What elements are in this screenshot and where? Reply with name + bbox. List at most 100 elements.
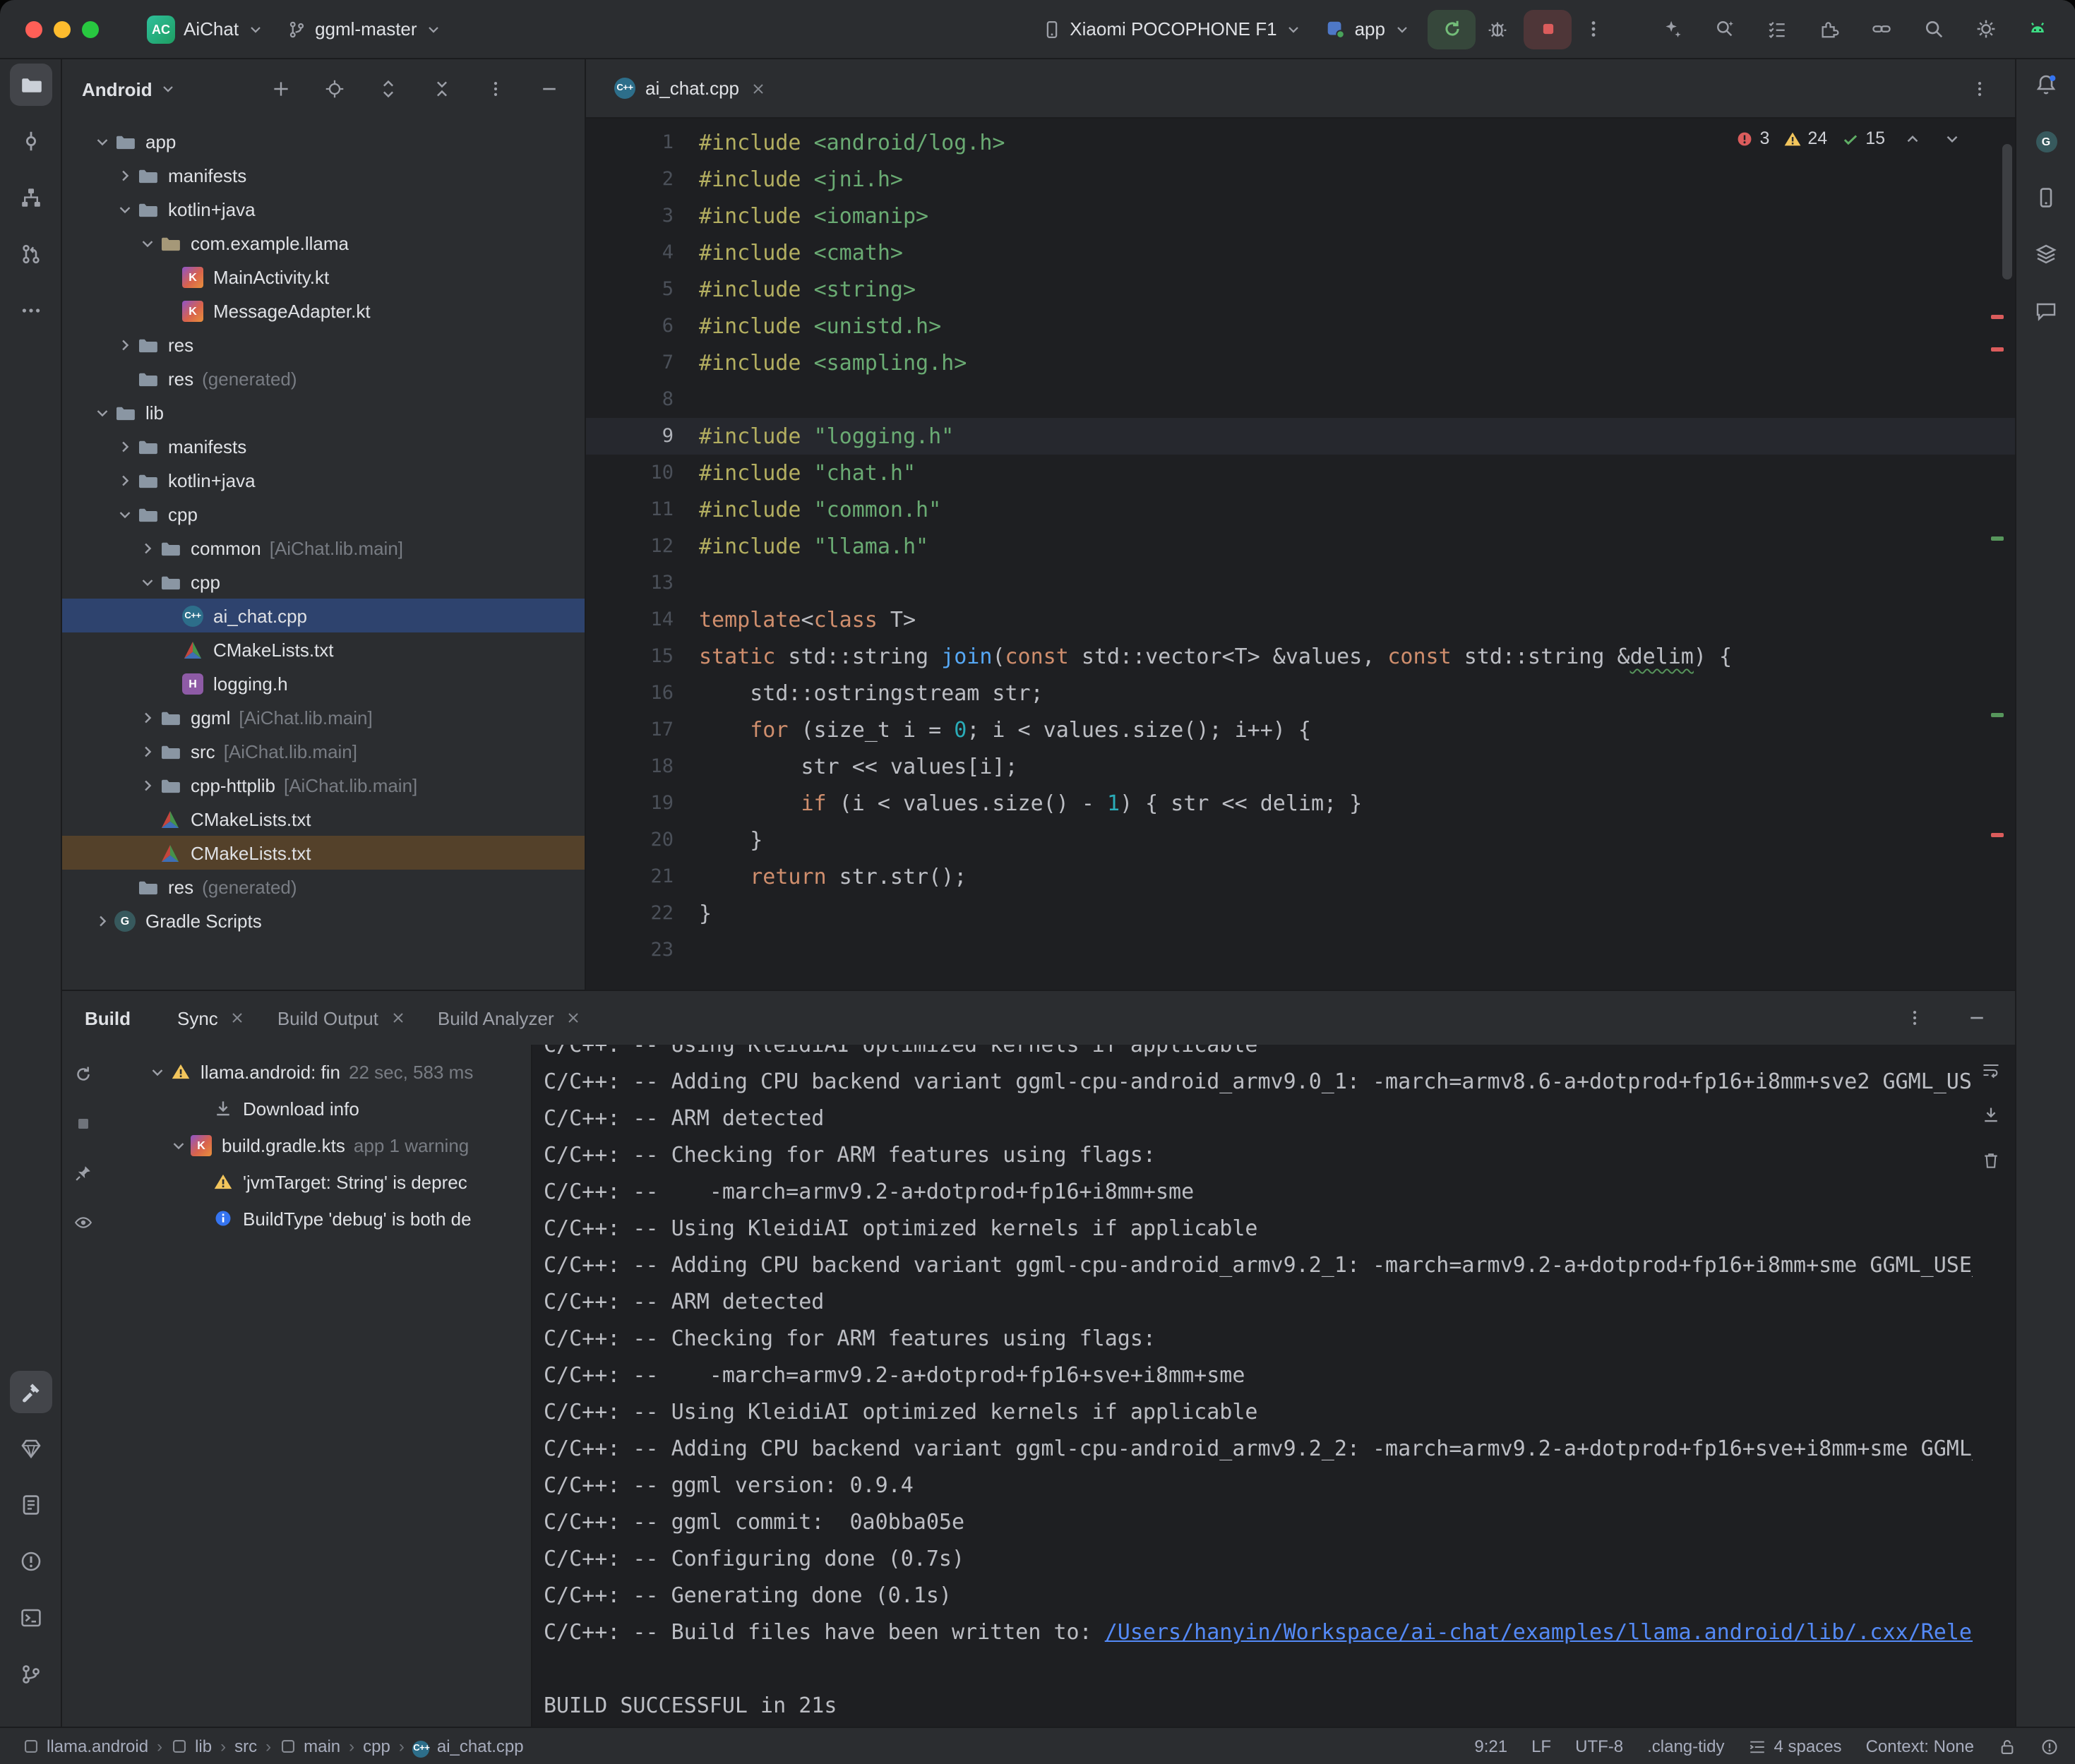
build-tab-build-analyzer[interactable]: Build Analyzer bbox=[422, 991, 598, 1045]
ide-errors-widget[interactable] bbox=[2040, 1737, 2059, 1756]
gemini-assistant-button[interactable] bbox=[2016, 9, 2059, 49]
chevron-right-icon[interactable] bbox=[136, 776, 158, 794]
chevron-down-icon[interactable] bbox=[145, 1062, 168, 1081]
clear-console-button[interactable] bbox=[1977, 1146, 2005, 1175]
code-line[interactable]: 12#include "llama.h" bbox=[586, 528, 2015, 565]
chevron-down-icon[interactable] bbox=[113, 200, 136, 218]
vcs-branch-selector[interactable]: ggml-master bbox=[275, 8, 454, 50]
tree-row[interactable]: ggml[AiChat.lib.main] bbox=[62, 700, 585, 734]
project-options-button[interactable] bbox=[474, 69, 517, 109]
code-line[interactable]: 8 bbox=[586, 381, 2015, 418]
build-tab-build-output[interactable]: Build Output bbox=[262, 991, 422, 1045]
more-run-actions-button[interactable] bbox=[1572, 9, 1614, 49]
code-line[interactable]: 4#include <cmath> bbox=[586, 234, 2015, 271]
close-window-button[interactable] bbox=[25, 20, 42, 37]
version-control-tool-button[interactable] bbox=[9, 1653, 52, 1696]
tree-row[interactable]: res bbox=[62, 328, 585, 361]
code-line[interactable]: 23 bbox=[586, 932, 2015, 968]
tree-row[interactable]: CMakeLists.txt bbox=[62, 632, 585, 666]
clang-tidy-widget[interactable]: .clang-tidy bbox=[1647, 1736, 1724, 1756]
soft-wrap-button[interactable] bbox=[1977, 1056, 2005, 1084]
warnings-count[interactable]: 24 bbox=[1783, 128, 1827, 148]
tree-row[interactable]: cpp-httplib[AiChat.lib.main] bbox=[62, 768, 585, 802]
next-problem-button[interactable] bbox=[1939, 126, 1964, 151]
chevron-right-icon[interactable] bbox=[113, 166, 136, 184]
hide-panel-button[interactable] bbox=[528, 69, 570, 109]
breadcrumb-item[interactable]: main bbox=[280, 1736, 340, 1756]
code-line[interactable]: 21 return str.str(); bbox=[586, 858, 2015, 895]
stripe-mark-error[interactable] bbox=[1991, 833, 2004, 837]
tree-row[interactable]: lib bbox=[62, 395, 585, 429]
build-tool-button[interactable] bbox=[9, 1371, 52, 1413]
chevron-down-icon[interactable] bbox=[113, 505, 136, 523]
errors-count[interactable]: 3 bbox=[1735, 128, 1769, 148]
editor-scrollbar[interactable] bbox=[2002, 144, 2012, 280]
code-context-widget[interactable]: Context: None bbox=[1866, 1736, 1974, 1756]
tree-row[interactable]: GGradle Scripts bbox=[62, 904, 585, 937]
code-line[interactable]: 22} bbox=[586, 895, 2015, 932]
chevron-down-icon[interactable] bbox=[136, 572, 158, 591]
chevron-right-icon[interactable] bbox=[113, 437, 136, 455]
tree-row[interactable]: res(generated) bbox=[62, 361, 585, 395]
stripe-mark-ok[interactable] bbox=[1991, 536, 2004, 541]
lock-widget[interactable] bbox=[1998, 1737, 2016, 1756]
notifications-button[interactable] bbox=[2025, 64, 2067, 106]
code-line[interactable]: 15static std::string join(const std::vec… bbox=[586, 638, 2015, 675]
scroll-to-end-button[interactable] bbox=[1977, 1101, 2005, 1129]
code-line[interactable]: 5#include <string> bbox=[586, 271, 2015, 308]
project-view-selector[interactable]: Android bbox=[82, 78, 153, 100]
app-insights-tool-button[interactable] bbox=[9, 1427, 52, 1470]
resync-button[interactable] bbox=[68, 1059, 99, 1090]
chevron-right-icon[interactable] bbox=[90, 911, 113, 930]
run-configuration-selector[interactable]: app bbox=[1314, 8, 1422, 50]
editor-tab[interactable]: C++ ai_chat.cpp bbox=[600, 59, 780, 117]
close-tab-icon[interactable] bbox=[390, 1009, 407, 1026]
code-line[interactable]: 11#include "common.h" bbox=[586, 491, 2015, 528]
code-line[interactable]: 18 str << values[i]; bbox=[586, 748, 2015, 785]
breadcrumb-item[interactable]: lib bbox=[171, 1736, 212, 1756]
tree-row[interactable]: KMessageAdapter.kt bbox=[62, 294, 585, 328]
encoding-widget[interactable]: UTF-8 bbox=[1575, 1736, 1623, 1756]
search-with-ai-button[interactable] bbox=[1703, 9, 1745, 49]
tree-row[interactable]: Download info bbox=[104, 1090, 531, 1127]
rerun-button[interactable] bbox=[1428, 9, 1476, 49]
chevron-right-icon[interactable] bbox=[136, 742, 158, 760]
collapse-all-button[interactable] bbox=[421, 69, 463, 109]
ai-actions-button[interactable] bbox=[1651, 9, 1693, 49]
code-line[interactable]: 10#include "chat.h" bbox=[586, 455, 2015, 491]
hide-build-panel-button[interactable] bbox=[1956, 998, 1998, 1038]
code-line[interactable]: 6#include <unistd.h> bbox=[586, 308, 2015, 344]
code-line[interactable]: 3#include <iomanip> bbox=[586, 198, 2015, 234]
fullscreen-window-button[interactable] bbox=[82, 20, 99, 37]
console-link[interactable]: /Users/hanyin/Workspace/ai-chat/examples… bbox=[1105, 1619, 1973, 1645]
code-line[interactable]: 20 } bbox=[586, 822, 2015, 858]
tree-row[interactable]: kotlin+java bbox=[62, 192, 585, 226]
tree-row[interactable]: llama.android: fin22 sec, 583 ms bbox=[104, 1053, 531, 1090]
share-link-button[interactable] bbox=[1860, 9, 1902, 49]
tree-row[interactable]: Kbuild.gradle.ktsapp 1 warning bbox=[104, 1127, 531, 1163]
device-manager-tool-button[interactable] bbox=[2025, 176, 2067, 219]
stop-button[interactable] bbox=[1524, 9, 1572, 49]
terminal-tool-button[interactable] bbox=[9, 1597, 52, 1639]
chevron-right-icon[interactable] bbox=[113, 471, 136, 489]
layout-inspector-tool-button[interactable] bbox=[2025, 233, 2067, 275]
breadcrumb-item[interactable]: llama.android bbox=[23, 1736, 148, 1756]
breadcrumb-item[interactable]: cpp bbox=[363, 1736, 390, 1756]
plugins-button[interactable] bbox=[1807, 9, 1850, 49]
stripe-mark-error[interactable] bbox=[1991, 315, 2004, 319]
prev-problem-button[interactable] bbox=[1899, 126, 1925, 151]
stop-sync-button[interactable] bbox=[68, 1108, 99, 1139]
code-editor[interactable]: 1#include <android/log.h>2#include <jni.… bbox=[586, 119, 2015, 990]
code-line[interactable]: 9#include "logging.h" bbox=[586, 418, 2015, 455]
chevron-right-icon[interactable] bbox=[113, 335, 136, 354]
tree-row[interactable]: C++ai_chat.cpp bbox=[62, 599, 585, 632]
close-tab-icon[interactable] bbox=[566, 1009, 582, 1026]
chevron-down-icon[interactable] bbox=[90, 132, 113, 150]
tree-row[interactable]: KMainActivity.kt bbox=[62, 260, 585, 294]
close-tab-icon[interactable] bbox=[229, 1009, 246, 1026]
chevron-down-icon[interactable] bbox=[90, 403, 113, 421]
pin-button[interactable] bbox=[68, 1158, 99, 1189]
structure-tool-button[interactable] bbox=[9, 176, 52, 219]
tree-row[interactable]: src[AiChat.lib.main] bbox=[62, 734, 585, 768]
device-selector[interactable]: Xiaomi POCOPHONE F1 bbox=[1030, 8, 1313, 50]
